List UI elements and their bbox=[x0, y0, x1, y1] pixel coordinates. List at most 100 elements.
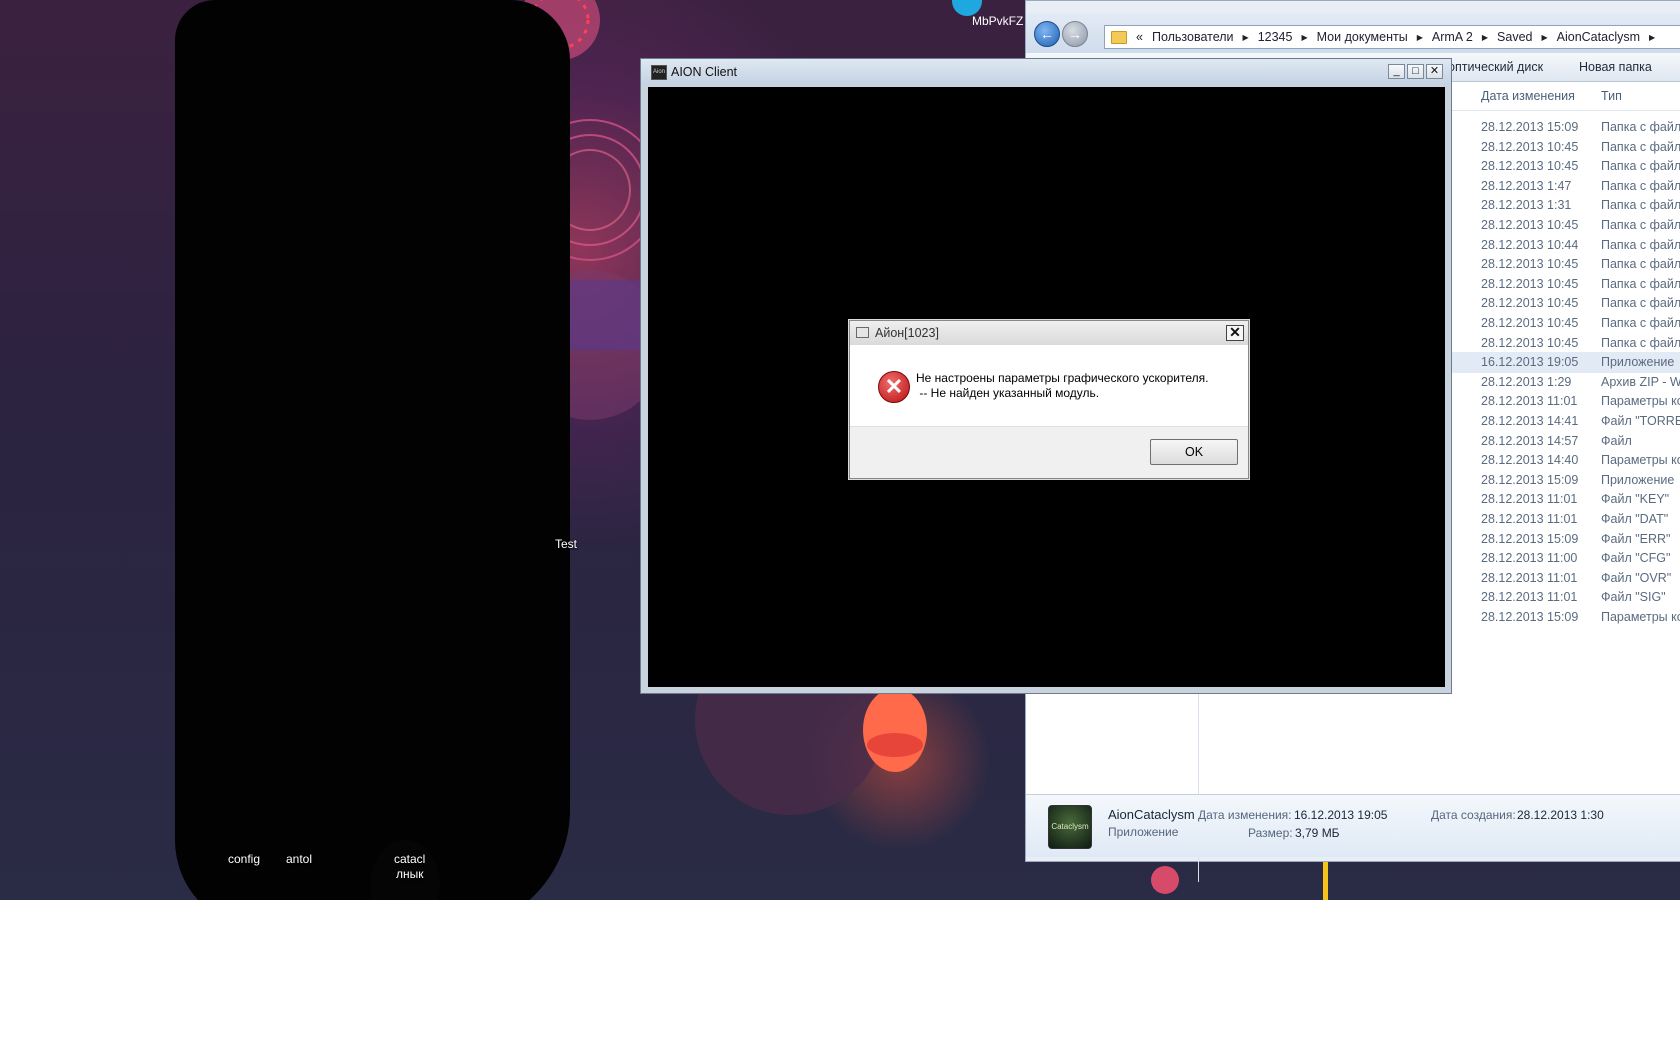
date-modified-cell: 28.12.2013 15:09 bbox=[1481, 472, 1579, 487]
type-cell: Папка с файла bbox=[1601, 237, 1680, 252]
type-cell: Файл "TORREN bbox=[1601, 414, 1680, 428]
dialog-titlebar[interactable]: Айон[1023] ✕ bbox=[850, 321, 1248, 345]
desktop-icon-antol[interactable]: antol bbox=[286, 852, 312, 866]
type-cell: Файл "KEY" bbox=[1601, 492, 1670, 507]
redaction-mask bbox=[175, 0, 570, 900]
type-cell: Архив ZIP - Wi bbox=[1601, 374, 1680, 389]
type-cell: Папка с файла bbox=[1601, 178, 1680, 193]
date-modified-cell: 28.12.2013 10:45 bbox=[1481, 296, 1579, 311]
breadcrumb-overflow[interactable]: « bbox=[1136, 30, 1143, 44]
type-cell: Папка с файла bbox=[1601, 296, 1680, 311]
date-modified-cell: 16.12.2013 19:05 bbox=[1481, 355, 1579, 370]
burn-disc-button[interactable]: оптический диск bbox=[1448, 60, 1543, 74]
created-label: Дата создания: bbox=[1431, 808, 1516, 822]
file-kind: Приложение bbox=[1108, 825, 1179, 839]
dialog-title: Айон[1023] bbox=[875, 326, 939, 340]
desktop-icon-language[interactable]: лнык bbox=[396, 867, 424, 881]
date-modified-cell: 28.12.2013 10:45 bbox=[1481, 316, 1579, 330]
column-type[interactable]: Тип bbox=[1601, 89, 1622, 103]
dialog-close-button[interactable]: ✕ bbox=[1226, 325, 1244, 341]
chevron-right-icon[interactable]: ▶ bbox=[1649, 33, 1655, 42]
date-modified-cell: 28.12.2013 15:09 bbox=[1481, 531, 1579, 546]
ok-button[interactable]: OK bbox=[1150, 439, 1238, 465]
address-bar: ← → « Пользователи ▶ 12345 ▶ Мои докумен… bbox=[1026, 13, 1680, 53]
breadcrumb-item[interactable]: Saved bbox=[1497, 30, 1532, 44]
chevron-right-icon[interactable]: ▶ bbox=[1541, 33, 1547, 42]
modified-label: Дата изменения: bbox=[1198, 808, 1292, 822]
folder-icon bbox=[1111, 30, 1127, 44]
date-modified-cell: 28.12.2013 11:01 bbox=[1481, 394, 1578, 409]
date-modified-cell: 28.12.2013 11:01 bbox=[1481, 512, 1578, 526]
type-cell: Файл "CFG" bbox=[1601, 551, 1671, 566]
desktop-shortcut-label[interactable]: MbPvkFZ bbox=[972, 14, 1023, 28]
forward-button[interactable]: → bbox=[1062, 21, 1088, 47]
date-modified-cell: 28.12.2013 10:45 bbox=[1481, 335, 1579, 350]
error-icon: ✕ bbox=[878, 371, 910, 403]
breadcrumb-item[interactable]: ArmA 2 bbox=[1432, 30, 1473, 44]
date-modified-cell: 28.12.2013 10:45 bbox=[1481, 218, 1579, 232]
error-message: Не настроены параметры графического уско… bbox=[916, 371, 1208, 401]
type-cell: Папка с файла bbox=[1601, 139, 1680, 154]
minimize-button[interactable]: _ bbox=[1388, 64, 1405, 79]
breadcrumb-item[interactable]: Мои документы bbox=[1317, 30, 1408, 44]
details-pane: Cataclysm AionCataclysm Приложение Дата … bbox=[1026, 794, 1680, 857]
desktop-icon-config[interactable]: config bbox=[228, 852, 260, 866]
date-modified-cell: 28.12.2013 10:44 bbox=[1481, 237, 1579, 252]
back-button[interactable]: ← bbox=[1034, 21, 1060, 47]
window-title: AION Client bbox=[671, 65, 737, 79]
date-modified-cell: 28.12.2013 15:09 bbox=[1481, 120, 1579, 134]
error-message-line1: Не настроены параметры графического уско… bbox=[916, 371, 1209, 385]
window-titlebar[interactable]: Aion AION Client _ □ ✕ bbox=[641, 59, 1451, 85]
breadcrumb[interactable]: « Пользователи ▶ 12345 ▶ Мои документы ▶… bbox=[1104, 25, 1680, 49]
chevron-right-icon[interactable]: ▶ bbox=[1243, 33, 1249, 42]
modified-value: 16.12.2013 19:05 bbox=[1294, 808, 1388, 822]
created-value: 28.12.2013 1:30 bbox=[1517, 808, 1604, 822]
dialog-footer: OK bbox=[850, 426, 1248, 478]
type-cell: Приложение bbox=[1601, 472, 1675, 487]
type-cell: Параметры ко bbox=[1601, 610, 1680, 624]
window-icon bbox=[856, 327, 869, 338]
chevron-right-icon[interactable]: ▶ bbox=[1301, 33, 1307, 42]
close-button[interactable]: ✕ bbox=[1426, 64, 1443, 79]
chevron-right-icon[interactable]: ▶ bbox=[1482, 33, 1488, 42]
date-modified-cell: 28.12.2013 14:40 bbox=[1481, 453, 1579, 468]
new-folder-button[interactable]: Новая папка bbox=[1579, 60, 1652, 74]
breadcrumb-item[interactable]: Пользователи bbox=[1152, 30, 1234, 44]
desktop-icon-cataclysm[interactable]: catacl bbox=[394, 852, 425, 866]
type-cell: Папка с файла bbox=[1601, 120, 1680, 134]
type-cell: Файл bbox=[1601, 433, 1632, 448]
file-name: AionCataclysm bbox=[1108, 807, 1195, 822]
type-cell: Файл "OVR" bbox=[1601, 570, 1672, 585]
chevron-right-icon[interactable]: ▶ bbox=[1417, 33, 1423, 42]
date-modified-cell: 28.12.2013 11:01 bbox=[1481, 590, 1578, 605]
desktop-icon-label[interactable]: Test bbox=[555, 537, 577, 551]
date-modified-cell: 28.12.2013 14:57 bbox=[1481, 433, 1579, 448]
column-date-modified[interactable]: Дата изменения bbox=[1481, 89, 1575, 103]
aion-logo-icon: Aion bbox=[651, 65, 667, 80]
type-cell: Папка с файла bbox=[1601, 276, 1680, 291]
date-modified-cell: 28.12.2013 14:41 bbox=[1481, 414, 1579, 428]
date-modified-cell: 28.12.2013 1:31 bbox=[1481, 198, 1572, 213]
type-cell: Папка с файла bbox=[1601, 316, 1680, 330]
date-modified-cell: 28.12.2013 11:01 bbox=[1481, 492, 1578, 507]
date-modified-cell: 28.12.2013 15:09 bbox=[1481, 610, 1579, 624]
type-cell: Папка с файла bbox=[1601, 335, 1680, 350]
breadcrumb-item[interactable]: 12345 bbox=[1258, 30, 1293, 44]
maximize-button[interactable]: □ bbox=[1407, 64, 1424, 79]
date-modified-cell: 28.12.2013 1:47 bbox=[1481, 178, 1572, 193]
type-cell: Файл "SIG" bbox=[1601, 590, 1666, 605]
type-cell: Папка с файла bbox=[1601, 159, 1680, 174]
type-cell: Папка с файла bbox=[1601, 257, 1680, 272]
date-modified-cell: 28.12.2013 10:45 bbox=[1481, 276, 1579, 291]
type-cell: Папка с файла bbox=[1601, 218, 1680, 232]
date-modified-cell: 28.12.2013 10:45 bbox=[1481, 139, 1579, 154]
type-cell: Приложение bbox=[1601, 355, 1675, 370]
breadcrumb-item[interactable]: AionCataclysm bbox=[1557, 30, 1640, 44]
size-label: Размер: bbox=[1248, 826, 1293, 840]
date-modified-cell: 28.12.2013 1:29 bbox=[1481, 374, 1572, 389]
error-message-line2: -- Не найден указанный модуль. bbox=[916, 386, 1100, 400]
type-cell: Параметры ко bbox=[1601, 453, 1680, 468]
type-cell: Параметры ко bbox=[1601, 394, 1680, 409]
date-modified-cell: 28.12.2013 11:01 bbox=[1481, 570, 1578, 585]
type-cell: Файл "ERR" bbox=[1601, 531, 1671, 546]
